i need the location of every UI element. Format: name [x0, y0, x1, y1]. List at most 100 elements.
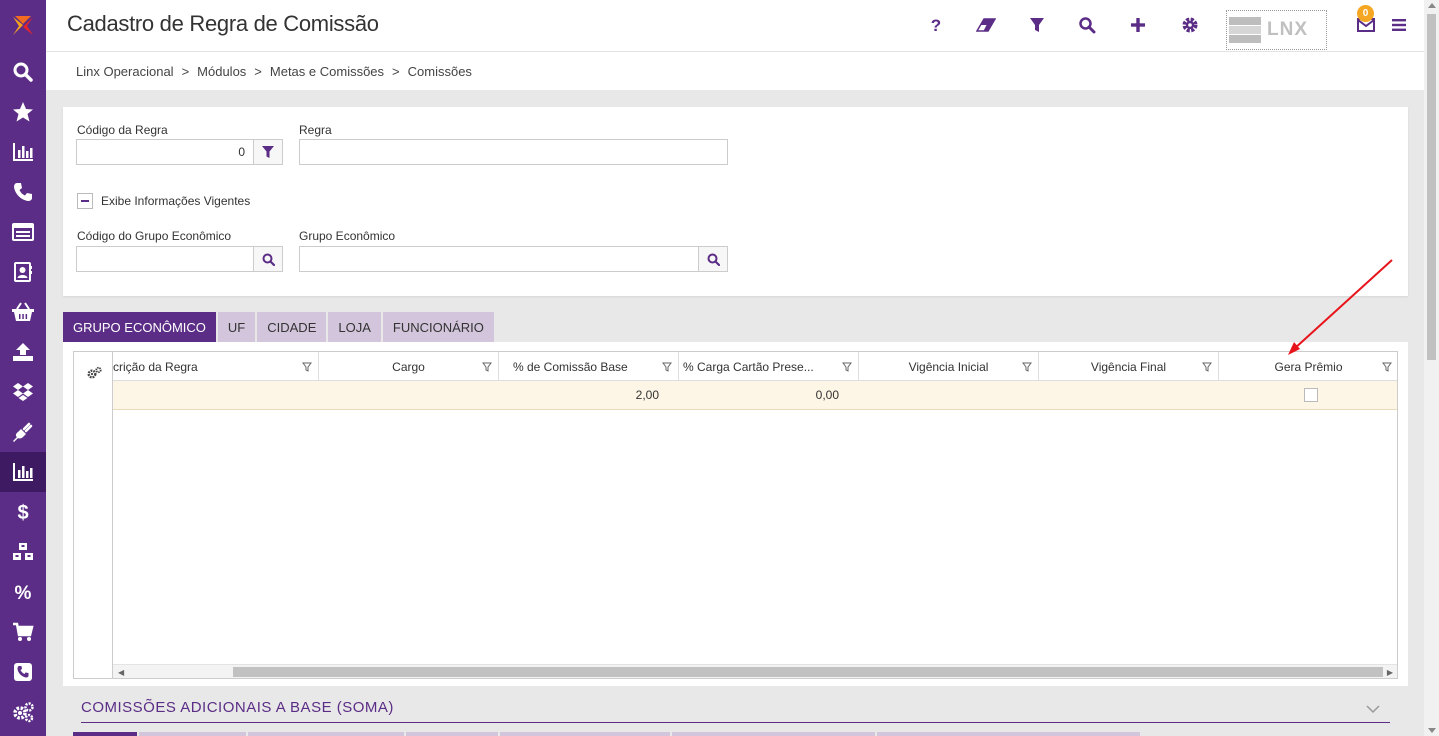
filter-button[interactable] — [1026, 14, 1048, 36]
grupo-search-button[interactable] — [698, 246, 728, 272]
breadcrumb-item[interactable]: Módulos — [197, 64, 246, 79]
cell-comissao-base[interactable]: 2,00 — [499, 381, 679, 409]
column-filter-icon[interactable] — [1022, 362, 1032, 372]
column-filter-icon[interactable] — [662, 362, 672, 372]
data-grid: crição da Regra Cargo % de Comissão Base… — [73, 351, 1398, 679]
column-header[interactable]: % Carga Cartão Prese... — [679, 352, 859, 381]
cod-grupo-input[interactable] — [76, 246, 254, 272]
linx-logo-icon — [13, 16, 33, 35]
chevron-down-icon[interactable] — [1366, 705, 1380, 714]
sidebar-item-settings[interactable] — [0, 692, 46, 732]
cell-descricao[interactable] — [113, 381, 319, 409]
bottom-tab[interactable] — [139, 732, 246, 736]
cell-gera-premio — [1219, 381, 1397, 409]
sidebar-item-search[interactable] — [0, 52, 46, 92]
dropbox-icon — [13, 383, 33, 401]
column-label: crição da Regra — [113, 359, 198, 374]
cell-carga-cartao[interactable]: 0,00 — [679, 381, 859, 409]
tab-uf[interactable]: UF — [217, 312, 256, 342]
cell-cargo[interactable] — [319, 381, 499, 409]
section-header[interactable]: COMISSÕES ADICIONAIS A BASE (SOMA) — [81, 699, 1390, 723]
breadcrumb-item-current: Comissões — [407, 63, 472, 79]
sidebar-item-list[interactable] — [0, 212, 46, 252]
bottom-tab[interactable] — [406, 732, 498, 736]
sidebar-item-stock[interactable] — [0, 532, 46, 572]
gear-icon — [1182, 17, 1198, 33]
sidebar-item-financial[interactable]: $ — [0, 492, 46, 532]
cell-vigencia-final[interactable] — [1039, 381, 1219, 409]
cogs-icon[interactable] — [86, 366, 102, 380]
column-filter-icon[interactable] — [1202, 362, 1212, 372]
cart-icon — [13, 622, 34, 641]
bottom-tab[interactable] — [73, 732, 137, 736]
column-header[interactable]: Vigência Final — [1039, 352, 1219, 381]
column-label: % Carga Cartão Prese... — [683, 359, 814, 374]
codigo-regra-input[interactable]: 0 — [76, 139, 254, 165]
sidebar-item-upload[interactable] — [0, 332, 46, 372]
exibe-toggle[interactable] — [77, 193, 93, 209]
scrollbar-thumb[interactable] — [233, 667, 1383, 677]
sidebar-item-favorites[interactable] — [0, 92, 46, 132]
scroll-down-icon[interactable] — [1428, 728, 1436, 733]
bottom-tab[interactable] — [500, 732, 670, 736]
column-filter-icon[interactable] — [302, 362, 312, 372]
scroll-right-icon[interactable]: ▶ — [1387, 668, 1393, 677]
tab-funcionario[interactable]: FUNCIONÁRIO — [382, 312, 494, 342]
sidebar-item-contacts[interactable] — [0, 252, 46, 292]
tab-cidade[interactable]: CIDADE — [257, 312, 327, 342]
column-header[interactable]: Vigência Inicial — [859, 352, 1039, 381]
bottom-tab[interactable] — [672, 732, 875, 736]
column-filter-icon[interactable] — [1382, 362, 1392, 372]
column-label: Vigência Final — [1090, 359, 1167, 374]
column-filter-icon[interactable] — [482, 362, 492, 372]
menu-button[interactable] — [1388, 14, 1410, 36]
column-header[interactable]: % de Comissão Base — [499, 352, 679, 381]
cell-vigencia-inicial[interactable] — [859, 381, 1039, 409]
sidebar-item-phone[interactable] — [0, 172, 46, 212]
sidebar-item-phone-square[interactable] — [0, 652, 46, 692]
sidebar-item-metas[interactable] — [0, 452, 46, 492]
tab-loja[interactable]: LOJA — [328, 312, 381, 342]
sidebar-item-percent[interactable]: % — [0, 572, 46, 612]
column-header[interactable]: crição da Regra — [113, 352, 319, 381]
sidebar-item-cart[interactable] — [0, 612, 46, 652]
bottom-tab[interactable] — [248, 732, 404, 736]
horizontal-scrollbar[interactable]: ◀ ▶ — [113, 664, 1397, 678]
codigo-regra-filter-button[interactable] — [253, 139, 283, 165]
logo[interactable] — [0, 0, 46, 52]
breadcrumb-item[interactable]: Metas e Comissões — [270, 64, 384, 79]
sidebar-item-reports[interactable] — [0, 132, 46, 172]
table-row[interactable]: 2,00 0,00 — [113, 381, 1397, 410]
plug-icon — [13, 422, 33, 442]
eraser-button[interactable] — [975, 14, 997, 36]
header: Cadastro de Regra de Comissão ? LNX 0 — [46, 0, 1424, 52]
sidebar-item-basket[interactable] — [0, 292, 46, 332]
search-button[interactable] — [1076, 14, 1098, 36]
cod-grupo-search-button[interactable] — [253, 246, 283, 272]
chart-icon — [13, 143, 33, 161]
tab-grupo-economico[interactable]: GRUPO ECONÔMICO — [63, 312, 216, 342]
cogs-icon — [13, 702, 34, 723]
column-header[interactable]: Gera Prêmio — [1219, 352, 1397, 381]
scrollbar-thumb[interactable] — [1427, 14, 1436, 360]
column-filter-icon[interactable] — [842, 362, 852, 372]
bottom-tab[interactable] — [877, 732, 1140, 736]
search-icon — [1079, 17, 1096, 34]
cod-grupo-label: Código do Grupo Econômico — [77, 229, 232, 243]
sidebar-item-plugins[interactable] — [0, 412, 46, 452]
breadcrumb: Linx Operacional > Módulos > Metas e Com… — [46, 52, 1424, 90]
percent-icon: % — [15, 583, 32, 602]
list-icon — [12, 223, 34, 241]
gera-premio-checkbox[interactable] — [1303, 388, 1318, 402]
grupo-input[interactable] — [299, 246, 699, 272]
regra-input[interactable] — [299, 139, 728, 165]
add-button[interactable] — [1127, 14, 1149, 36]
settings-button[interactable] — [1179, 14, 1201, 36]
scroll-up-icon[interactable] — [1428, 3, 1436, 8]
vertical-scrollbar[interactable] — [1424, 0, 1439, 736]
column-header[interactable]: Cargo — [319, 352, 499, 381]
scroll-left-icon[interactable]: ◀ — [118, 668, 124, 677]
breadcrumb-item[interactable]: Linx Operacional — [76, 64, 174, 79]
help-button[interactable]: ? — [925, 14, 947, 36]
sidebar-item-dropbox[interactable] — [0, 372, 46, 412]
